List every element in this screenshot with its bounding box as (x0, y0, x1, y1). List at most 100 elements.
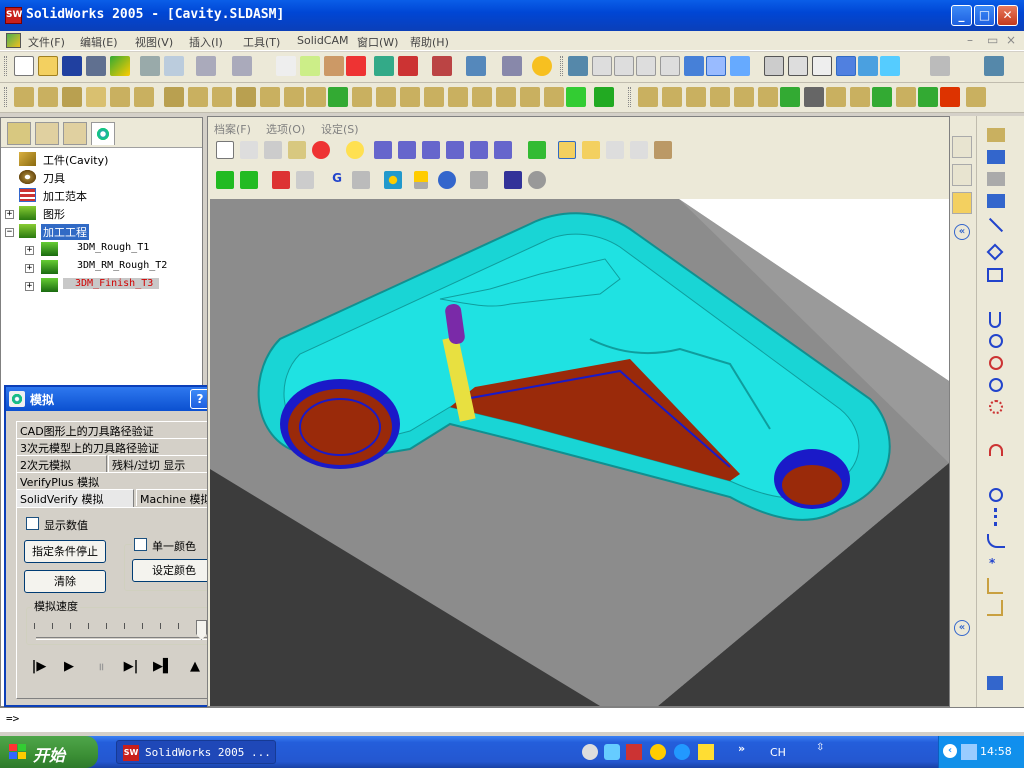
view-xy-icon[interactable] (374, 141, 392, 159)
viewport-menu-settings[interactable]: 设定(S) (321, 121, 359, 137)
viewport-menu-options[interactable]: 选项(O) (266, 121, 305, 137)
pattern-icon[interactable] (328, 87, 348, 107)
perspective-icon[interactable] (880, 56, 900, 76)
view-xz-icon[interactable] (398, 141, 416, 159)
zoom-area-icon[interactable] (614, 56, 634, 76)
wire-view-icon[interactable] (606, 141, 624, 159)
point-icon[interactable]: * (989, 556, 1001, 570)
shadow-icon[interactable] (858, 56, 878, 76)
rotate-component-icon[interactable] (710, 87, 730, 107)
mirror-icon[interactable] (306, 87, 326, 107)
tab-verifyplus-simulation[interactable]: VerifyPlus 模拟 (16, 472, 230, 489)
zoom-window-icon[interactable] (216, 141, 234, 159)
fixture-icon[interactable] (272, 171, 290, 189)
sketch-pencil-icon[interactable] (568, 56, 588, 76)
menu-help[interactable]: 帮助(H) (410, 34, 449, 50)
quicklaunch-expand-icon[interactable]: » (738, 742, 745, 755)
menu-view[interactable]: 视图(V) (135, 34, 173, 50)
zoom-selected-icon[interactable] (660, 56, 680, 76)
iso-view-icon[interactable] (528, 141, 546, 159)
toolbar-grip[interactable] (560, 56, 563, 76)
browser-icon[interactable] (674, 744, 690, 760)
set-color-button[interactable]: 设定颜色 (132, 559, 216, 582)
toolbar-grip[interactable] (628, 87, 631, 107)
wireframe-icon[interactable] (764, 56, 784, 76)
transparent-view-icon[interactable] (630, 141, 648, 159)
gouge-icon[interactable]: G (328, 171, 346, 189)
rotate-view-icon[interactable] (684, 56, 704, 76)
view-zx-icon[interactable] (470, 141, 488, 159)
arc-tool-icon[interactable] (989, 312, 1001, 328)
view-yx-icon[interactable] (446, 141, 464, 159)
menu-insert[interactable]: 插入(I) (189, 34, 223, 50)
expand-op-3-button[interactable]: + (25, 282, 34, 291)
menu-tools[interactable]: 工具(T) (243, 34, 280, 50)
collapse-operations-button[interactable]: − (5, 228, 14, 237)
rebuild-icon[interactable] (300, 56, 320, 76)
colors-icon[interactable] (296, 171, 314, 189)
dialog-title-bar[interactable]: 模拟 ? ✕ (6, 387, 236, 411)
messenger-icon[interactable] (604, 744, 620, 760)
shell-icon[interactable] (212, 87, 232, 107)
split-icon[interactable] (400, 87, 420, 107)
mdi-close-icon[interactable]: × (1006, 33, 1016, 47)
curves-icon[interactable] (594, 87, 614, 107)
pause-button[interactable]: ॥ (90, 659, 112, 677)
show-values-checkbox[interactable] (26, 517, 39, 530)
maximize-button[interactable]: □ (974, 5, 995, 26)
rewind-button[interactable]: |▶ (28, 659, 50, 677)
viewport-menu-file[interactable]: 档案(F) (214, 121, 251, 137)
expand-op-1-button[interactable]: + (25, 246, 34, 255)
light-icon[interactable] (346, 141, 364, 159)
menu-window[interactable]: 窗口(W) (357, 34, 398, 50)
loft-icon[interactable] (86, 87, 106, 107)
tab-solidverify-simulation[interactable]: SolidVerify 模拟 (16, 489, 134, 508)
circular-pattern-icon[interactable] (352, 87, 372, 107)
gcode-icon[interactable] (918, 87, 938, 107)
options-icon[interactable] (110, 56, 130, 76)
deform-icon[interactable] (544, 87, 564, 107)
tab-3d-model-toolpath-verify[interactable]: 3次元模型上的刀具路径验证 (16, 438, 230, 455)
new-file-icon[interactable] (14, 56, 34, 76)
sweep-icon[interactable] (62, 87, 82, 107)
pan-icon[interactable] (706, 56, 726, 76)
mass-properties-icon[interactable] (850, 87, 870, 107)
view-orientation-icon[interactable] (730, 56, 750, 76)
toolbar-grip[interactable] (4, 87, 7, 107)
flex-icon[interactable] (520, 87, 540, 107)
centerline-icon[interactable] (994, 508, 997, 526)
step-forward-button[interactable]: ▶▌ (152, 659, 174, 677)
extrude-icon[interactable] (14, 87, 34, 107)
circle-center-icon[interactable] (989, 488, 1003, 502)
solid-view-icon[interactable] (558, 141, 576, 159)
rib-icon[interactable] (188, 87, 208, 107)
start-button[interactable]: 开始 (0, 736, 98, 768)
offset-icon[interactable] (987, 578, 1003, 594)
expand-op-2-button[interactable]: + (25, 264, 34, 273)
ie-tray-icon[interactable] (582, 744, 598, 760)
view-yz-icon[interactable] (422, 141, 440, 159)
thread-icon[interactable] (472, 87, 492, 107)
mate-icon[interactable] (662, 87, 682, 107)
tray-expand-icon[interactable]: ‹ (943, 744, 957, 758)
close-button[interactable]: ✕ (997, 5, 1018, 26)
home-icon[interactable] (952, 136, 972, 158)
open-folder-icon[interactable] (38, 56, 58, 76)
play-button[interactable]: ▶ (58, 659, 80, 677)
info-icon[interactable] (528, 171, 546, 189)
chamfer-icon[interactable] (164, 87, 184, 107)
measure-icon[interactable] (804, 87, 824, 107)
traffic-light-icon[interactable] (346, 56, 366, 76)
eject-button[interactable]: ▲ (184, 659, 206, 677)
reference-geometry-icon[interactable] (566, 87, 586, 107)
tool-icon[interactable] (414, 171, 428, 189)
cut-extrude-icon[interactable] (110, 87, 130, 107)
speed-slider-track[interactable] (36, 637, 212, 640)
section-view-icon[interactable] (384, 171, 402, 189)
fillet-icon[interactable] (134, 87, 154, 107)
move-body-icon[interactable] (448, 87, 468, 107)
cam-settings-icon[interactable] (966, 87, 986, 107)
redo-icon[interactable] (232, 56, 252, 76)
print-icon[interactable] (140, 56, 160, 76)
network-icon[interactable] (961, 744, 977, 760)
